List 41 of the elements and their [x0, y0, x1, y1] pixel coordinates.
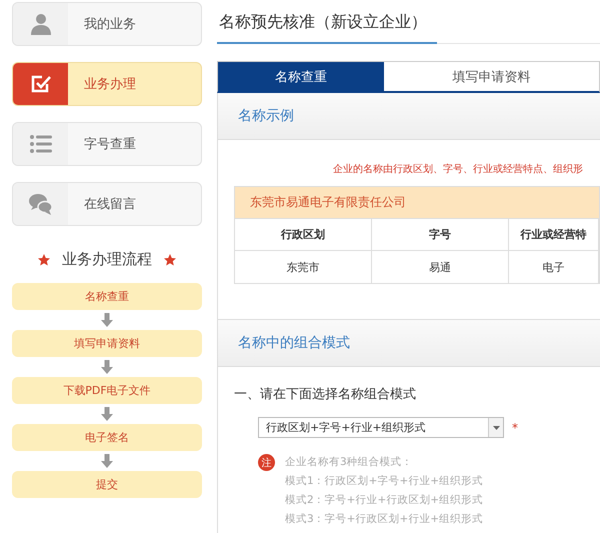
- flow-step[interactable]: 电子签名: [12, 424, 202, 451]
- table-cell: 易通: [372, 251, 509, 283]
- down-arrow-icon: [101, 407, 113, 421]
- down-arrow-icon: [101, 454, 113, 468]
- company-name: 东莞市易通电子有限责任公司: [235, 187, 599, 219]
- note-text: 模式2：字号+行业+行政区划+组织形式: [285, 493, 484, 508]
- nav-item[interactable]: 业务办理: [12, 62, 202, 106]
- flow-step[interactable]: 下载PDF电子文件: [12, 377, 202, 404]
- chat-icon: [28, 193, 52, 215]
- section-header: 名称中的组合模式: [218, 320, 600, 367]
- note-text: 模式3：字号+行政区划+行业+组织形式: [285, 512, 484, 527]
- list-icon: [30, 135, 52, 153]
- table-cell: 东莞市: [235, 251, 372, 283]
- note-badge: 注: [258, 454, 275, 471]
- star-icon: [38, 254, 50, 266]
- caret-icon: [492, 426, 500, 430]
- flow-step[interactable]: 提交: [12, 471, 202, 498]
- nav-item[interactable]: 我的业务: [12, 2, 202, 46]
- flow-step[interactable]: 填写申请资料: [12, 330, 202, 357]
- question-text: 一、请在下面选择名称组合模式: [233, 386, 417, 403]
- section-header: 名称示例: [218, 93, 600, 140]
- note-text: 企业名称有3种组合模式：: [285, 455, 414, 470]
- pattern-select[interactable]: 行政区划+字号+行业+组织形式: [258, 417, 504, 438]
- table-cell: 电子: [509, 251, 599, 283]
- flow-title: 业务办理流程: [62, 250, 152, 269]
- note-text: 模式1：行政区划+字号+行业+组织形式: [285, 474, 484, 489]
- flow-step[interactable]: 名称查重: [12, 283, 202, 310]
- checkbox-icon: [30, 73, 52, 95]
- down-arrow-icon: [101, 313, 113, 327]
- table-header-cell: 字号: [372, 219, 509, 251]
- required-mark: *: [512, 420, 518, 434]
- nav-item[interactable]: 在线留言: [12, 182, 202, 226]
- table-header-cell: 行政区划: [235, 219, 372, 251]
- tab[interactable]: 名称查重: [218, 62, 384, 91]
- user-icon: [30, 13, 52, 35]
- down-arrow-icon: [101, 360, 113, 374]
- notice-text: 企业的名称由行政区划、字号、行业或经营特点、组织形: [332, 162, 584, 177]
- page-title: 名称预先核准（新设立企业）: [217, 0, 600, 44]
- table-header-cell: 行业或经营特: [509, 219, 599, 251]
- nav-item[interactable]: 字号查重: [12, 122, 202, 166]
- star-icon: [164, 254, 176, 266]
